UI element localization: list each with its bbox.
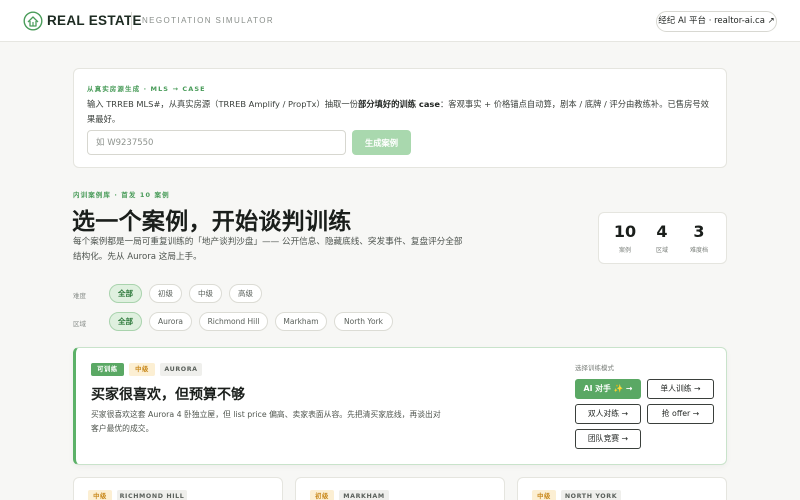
desc-text-1: 输入 TRREB MLS#，从真实房源（TRREB Amplify / Prop… (87, 99, 358, 109)
generate-case-button[interactable]: 生成案例 (352, 130, 411, 155)
mls-number-input[interactable] (87, 130, 346, 155)
stats-panel: 10 案例 4 区域 3 难度档 (598, 212, 727, 264)
difficulty-tag: 中级 (129, 363, 155, 376)
stat-regions-label: 区域 (655, 247, 668, 254)
platform-link-button[interactable]: 经纪 AI 平台 · realtor-ai.ca ↗ (656, 11, 777, 32)
stat-regions-value: 4 (656, 222, 668, 241)
difficulty-filter-label: 难度 (73, 292, 86, 300)
pair-practice-button[interactable]: 双人对练 → (575, 404, 641, 424)
case-description: 买家很喜欢这套 Aurora 4 卧独立屋，但 list price 偏高、卖家… (91, 410, 441, 433)
case-card[interactable]: 初级 MARKHAM (295, 477, 505, 500)
region-tag: RICHMOND HILL (117, 490, 187, 500)
case-card[interactable]: 中级 RICHMOND HILL (73, 477, 283, 500)
top-header: REAL ESTATE NEGOTIATION SIMULATOR 经纪 AI … (0, 0, 800, 42)
generator-description: 输入 TRREB MLS#，从真实房源（TRREB Amplify / Prop… (87, 97, 717, 127)
region-tag: MARKHAM (339, 490, 389, 500)
stat-regions: 4 区域 (647, 222, 677, 254)
desc-bold-text: 部分填好的训练 case (357, 99, 440, 109)
solo-training-button[interactable]: 单人训练 → (647, 379, 714, 399)
region-chip-aurora[interactable]: Aurora (149, 312, 192, 331)
ai-opponent-button[interactable]: AI 对手 ✨ → (575, 379, 641, 399)
grab-offer-button[interactable]: 抢 offer → (647, 404, 714, 424)
featured-case-card[interactable]: 可训练 中级 AURORA 买家很喜欢，但预算不够 买家很喜欢这套 Aurora… (73, 347, 727, 465)
stat-cases-value: 10 (613, 222, 637, 241)
region-chip-all[interactable]: 全部 (109, 312, 142, 331)
stat-cases: 10 案例 (610, 222, 640, 254)
mls-generator-card: 从真实房源生成 · MLS → CASE 输入 TRREB MLS#，从真实房源… (73, 68, 727, 168)
difficulty-tag: 中级 (88, 490, 112, 500)
page-title: 选一个案例，开始谈判训练 (72, 209, 352, 235)
stat-difficulty-value: 3 (693, 222, 705, 241)
mode-select-label: 选择训练模式 (575, 364, 614, 372)
generator-eyebrow: 从真实房源生成 · MLS → CASE (87, 85, 206, 93)
trainable-tag: 可训练 (91, 363, 124, 376)
difficulty-chip-advanced[interactable]: 高级 (229, 284, 262, 303)
region-tag: AURORA (160, 363, 202, 376)
case-title: 买家很喜欢，但预算不够 (91, 387, 245, 403)
difficulty-tag: 初级 (310, 490, 334, 500)
brand-name: REAL ESTATE (47, 13, 142, 28)
house-logo-icon (23, 11, 43, 31)
case-card[interactable]: 中级 NORTH YORK (517, 477, 727, 500)
team-competition-button[interactable]: 团队竞赛 → (575, 429, 641, 449)
stat-difficulty-label: 难度档 (689, 247, 708, 254)
header-divider (131, 12, 132, 30)
region-chip-markham[interactable]: Markham (275, 312, 327, 331)
difficulty-chip-all[interactable]: 全部 (109, 284, 142, 303)
region-filter-label: 区域 (73, 320, 86, 328)
region-chip-north-york[interactable]: North York (334, 312, 393, 331)
difficulty-tag: 中级 (532, 490, 556, 500)
page-description: 每个案例都是一局可重复训练的「地产谈判沙盘」—— 公开信息、隐藏底线、突发事件、… (73, 237, 463, 262)
stat-difficulty: 3 难度档 (684, 222, 714, 254)
app-subtitle: NEGOTIATION SIMULATOR (142, 16, 275, 25)
region-tag: NORTH YORK (561, 490, 621, 500)
stat-cases-label: 案例 (618, 247, 631, 254)
difficulty-chip-intermediate[interactable]: 中级 (189, 284, 222, 303)
region-chip-richmond-hill[interactable]: Richmond Hill (199, 312, 268, 331)
difficulty-chip-beginner[interactable]: 初级 (149, 284, 182, 303)
library-eyebrow: 内训案例库 · 首发 10 案例 (73, 191, 170, 199)
